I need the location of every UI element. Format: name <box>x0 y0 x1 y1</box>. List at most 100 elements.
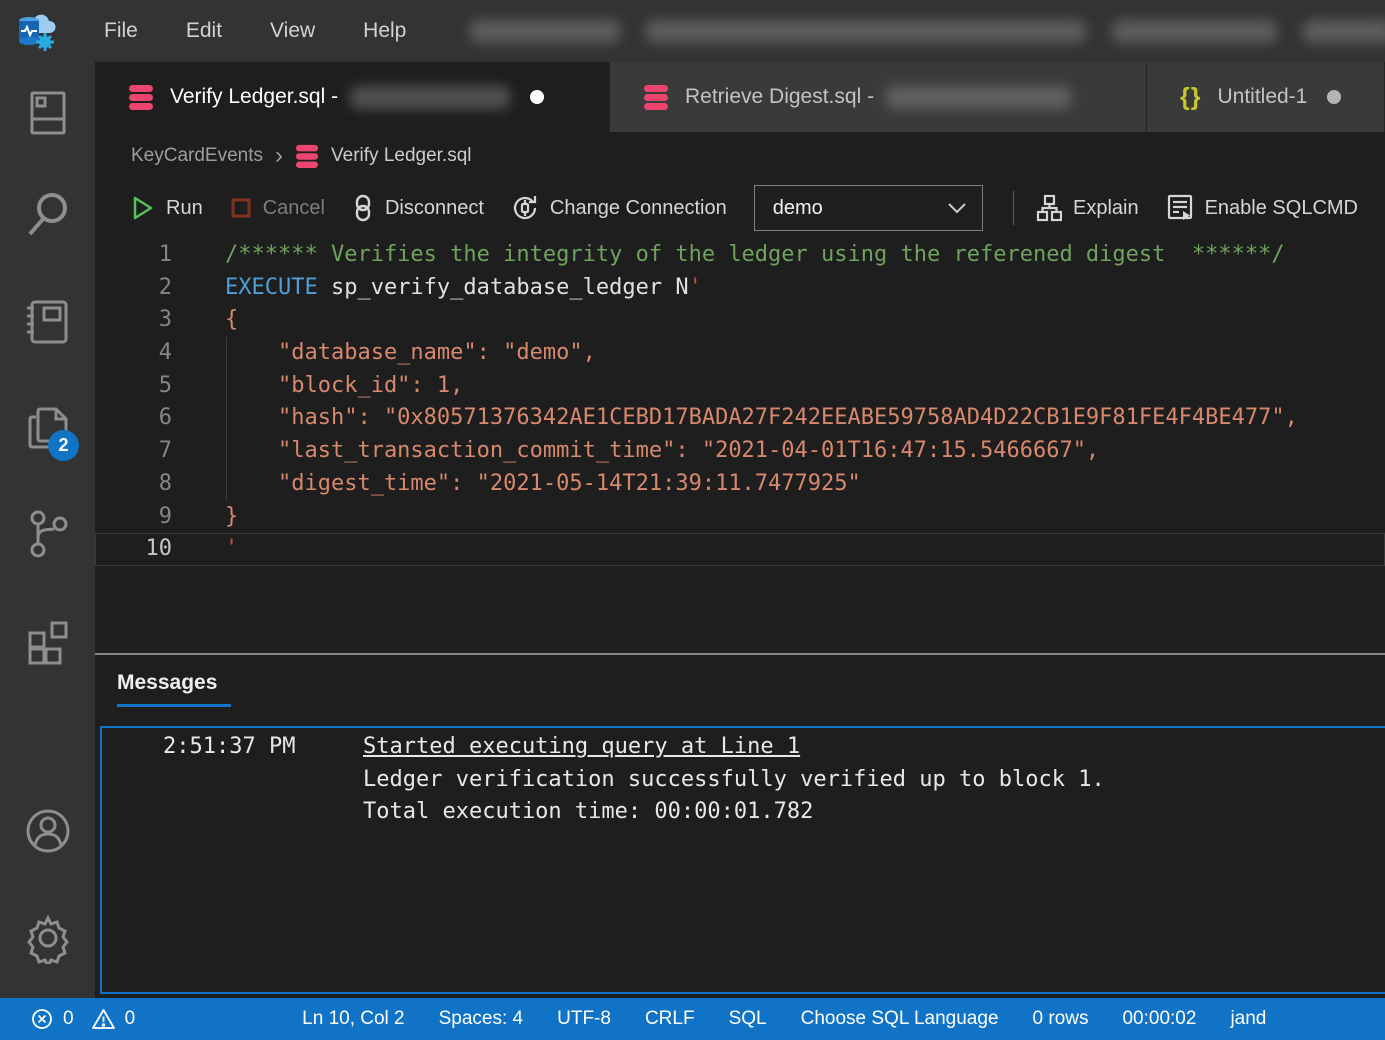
menu-edit[interactable]: Edit <box>162 0 246 62</box>
account-icon[interactable] <box>22 805 74 857</box>
status-bar: 0 0 Ln 10, Col 2Spaces: 4UTF-8CRLFSQLCho… <box>0 998 1385 1040</box>
message-timestamp: 2:51:37 PM <box>163 731 363 764</box>
line-number: 4 <box>95 337 172 370</box>
code-text: "block_id": 1, <box>172 370 463 403</box>
code-text: "database_name": "demo", <box>172 337 596 370</box>
settings-gear-icon[interactable] <box>22 912 74 964</box>
redacted-text <box>1112 20 1277 43</box>
cursor-position[interactable]: Ln 10, Col 2 <box>285 1008 421 1030</box>
cancel-icon <box>230 197 252 219</box>
title-bar: File Edit View Help <box>0 0 1385 62</box>
code-line-5: 5 "block_id": 1, <box>95 370 1385 403</box>
connection-name-truncated[interactable]: jand <box>1213 1008 1283 1030</box>
indentation[interactable]: Spaces: 4 <box>422 1008 541 1030</box>
app-logo-icon <box>14 9 58 53</box>
message-link[interactable]: Started executing query at Line 1 <box>363 731 800 764</box>
explain-label: Explain <box>1073 197 1139 220</box>
menu-bar: File Edit View Help <box>80 0 430 62</box>
line-number: 1 <box>95 239 172 272</box>
chevron-right-icon: › <box>275 142 283 170</box>
message-text: Ledger verification successfully verifie… <box>363 764 1105 797</box>
disconnect-icon <box>352 194 374 222</box>
extensions-icon[interactable] <box>22 615 74 667</box>
database-dropdown[interactable]: demo <box>754 185 984 231</box>
tab-untitled-1[interactable]: {} Untitled-1 <box>1147 62 1385 132</box>
error-icon <box>30 1007 54 1031</box>
query-toolbar: Run Cancel Disconnect <box>95 180 1385 236</box>
breadcrumb-file[interactable]: Verify Ledger.sql <box>331 145 471 167</box>
code-line-6: 6 "hash": "0x80571376342AE1CEBD17BADA27F… <box>95 402 1385 435</box>
code-line-10: 10' <box>95 533 1385 566</box>
change-connection-button[interactable]: Change Connection <box>511 194 727 222</box>
disconnect-label: Disconnect <box>385 197 484 220</box>
code-line-2: 2EXECUTE sp_verify_database_ledger N' <box>95 272 1385 305</box>
disconnect-button[interactable]: Disconnect <box>352 194 484 222</box>
tab-label: Retrieve Digest.sql - <box>685 85 874 109</box>
menu-view[interactable]: View <box>246 0 339 62</box>
end-of-line[interactable]: CRLF <box>628 1008 712 1030</box>
explain-icon <box>1036 194 1062 222</box>
menu-help[interactable]: Help <box>339 0 430 62</box>
source-control-icon[interactable] <box>22 508 74 560</box>
redacted-window-title <box>470 20 1385 43</box>
status-items: Ln 10, Col 2Spaces: 4UTF-8CRLFSQLChoose … <box>285 1008 1283 1030</box>
activity-bar: 2 <box>0 62 95 998</box>
tab-messages[interactable]: Messages <box>117 671 217 695</box>
database-icon <box>643 83 669 111</box>
code-text: EXECUTE sp_verify_database_ledger N' <box>172 272 702 305</box>
row-count[interactable]: 0 rows <box>1016 1008 1106 1030</box>
code-line-9: 9} <box>95 501 1385 534</box>
code-text: { <box>172 304 238 337</box>
tab-dirty-dot <box>1327 90 1341 104</box>
braces-icon: {} <box>1180 83 1201 112</box>
toolbar-separator <box>1013 191 1014 225</box>
redacted-connection-text <box>886 86 1071 109</box>
line-number: 6 <box>95 402 172 435</box>
message-timestamp <box>163 764 363 797</box>
breadcrumb-folder[interactable]: KeyCardEvents <box>131 145 263 167</box>
language-mode[interactable]: SQL <box>712 1008 784 1030</box>
azure-data-studio-window: File Edit View Help <box>0 0 1385 1040</box>
enable-sqlcmd-label: Enable SQLCMD <box>1205 197 1358 220</box>
execution-timer[interactable]: 00:00:02 <box>1105 1008 1213 1030</box>
connections-icon[interactable] <box>22 87 74 139</box>
search-icon[interactable] <box>22 188 74 240</box>
indent-guide <box>226 337 227 501</box>
code-text: } <box>172 501 238 534</box>
code-line-8: 8 "digest_time": "2021-05-14T21:39:11.74… <box>95 468 1385 501</box>
choose-sql-language[interactable]: Choose SQL Language <box>784 1008 1016 1030</box>
menu-file[interactable]: File <box>80 0 162 62</box>
line-number: 5 <box>95 370 172 403</box>
message-timestamp <box>163 796 363 829</box>
database-icon <box>128 83 154 111</box>
notebooks-icon[interactable] <box>22 296 74 348</box>
explain-button[interactable]: Explain <box>1036 194 1139 222</box>
run-button[interactable]: Run <box>131 195 203 221</box>
tab-retrieve-digest[interactable]: Retrieve Digest.sql - <box>610 62 1147 132</box>
redacted-text <box>1303 20 1385 43</box>
enable-sqlcmd-button[interactable]: Enable SQLCMD <box>1166 194 1358 222</box>
message-row: Total execution time: 00:00:01.782 <box>163 796 1385 829</box>
warning-count: 0 <box>125 1008 136 1030</box>
code-text: ' <box>172 533 238 566</box>
tab-verify-ledger[interactable]: Verify Ledger.sql - <box>95 62 610 132</box>
chevron-down-icon <box>948 203 966 214</box>
messages-output[interactable]: 2:51:37 PMStarted executing query at Lin… <box>100 726 1385 994</box>
error-count: 0 <box>63 1008 74 1030</box>
code-line-1: 1/****** Verifies the integrity of the l… <box>95 239 1385 272</box>
message-row: 2:51:37 PMStarted executing query at Lin… <box>163 731 1385 764</box>
line-number: 8 <box>95 468 172 501</box>
cancel-button[interactable]: Cancel <box>230 197 325 220</box>
problems-status[interactable]: 0 0 <box>0 1007 135 1031</box>
messages-tab-underline <box>117 704 231 707</box>
code-editor[interactable]: 1/****** Verifies the integrity of the l… <box>95 236 1385 653</box>
tab-dirty-dot <box>530 90 544 104</box>
encoding[interactable]: UTF-8 <box>540 1008 628 1030</box>
line-number: 3 <box>95 304 172 337</box>
tab-bar: Verify Ledger.sql - Retrieve Digest.sql … <box>95 62 1385 132</box>
explorer-badge: 2 <box>48 430 79 461</box>
line-number: 7 <box>95 435 172 468</box>
code-line-7: 7 "last_transaction_commit_time": "2021-… <box>95 435 1385 468</box>
code-text: "hash": "0x80571376342AE1CEBD17BADA27F24… <box>172 402 1298 435</box>
line-number: 10 <box>95 533 172 566</box>
